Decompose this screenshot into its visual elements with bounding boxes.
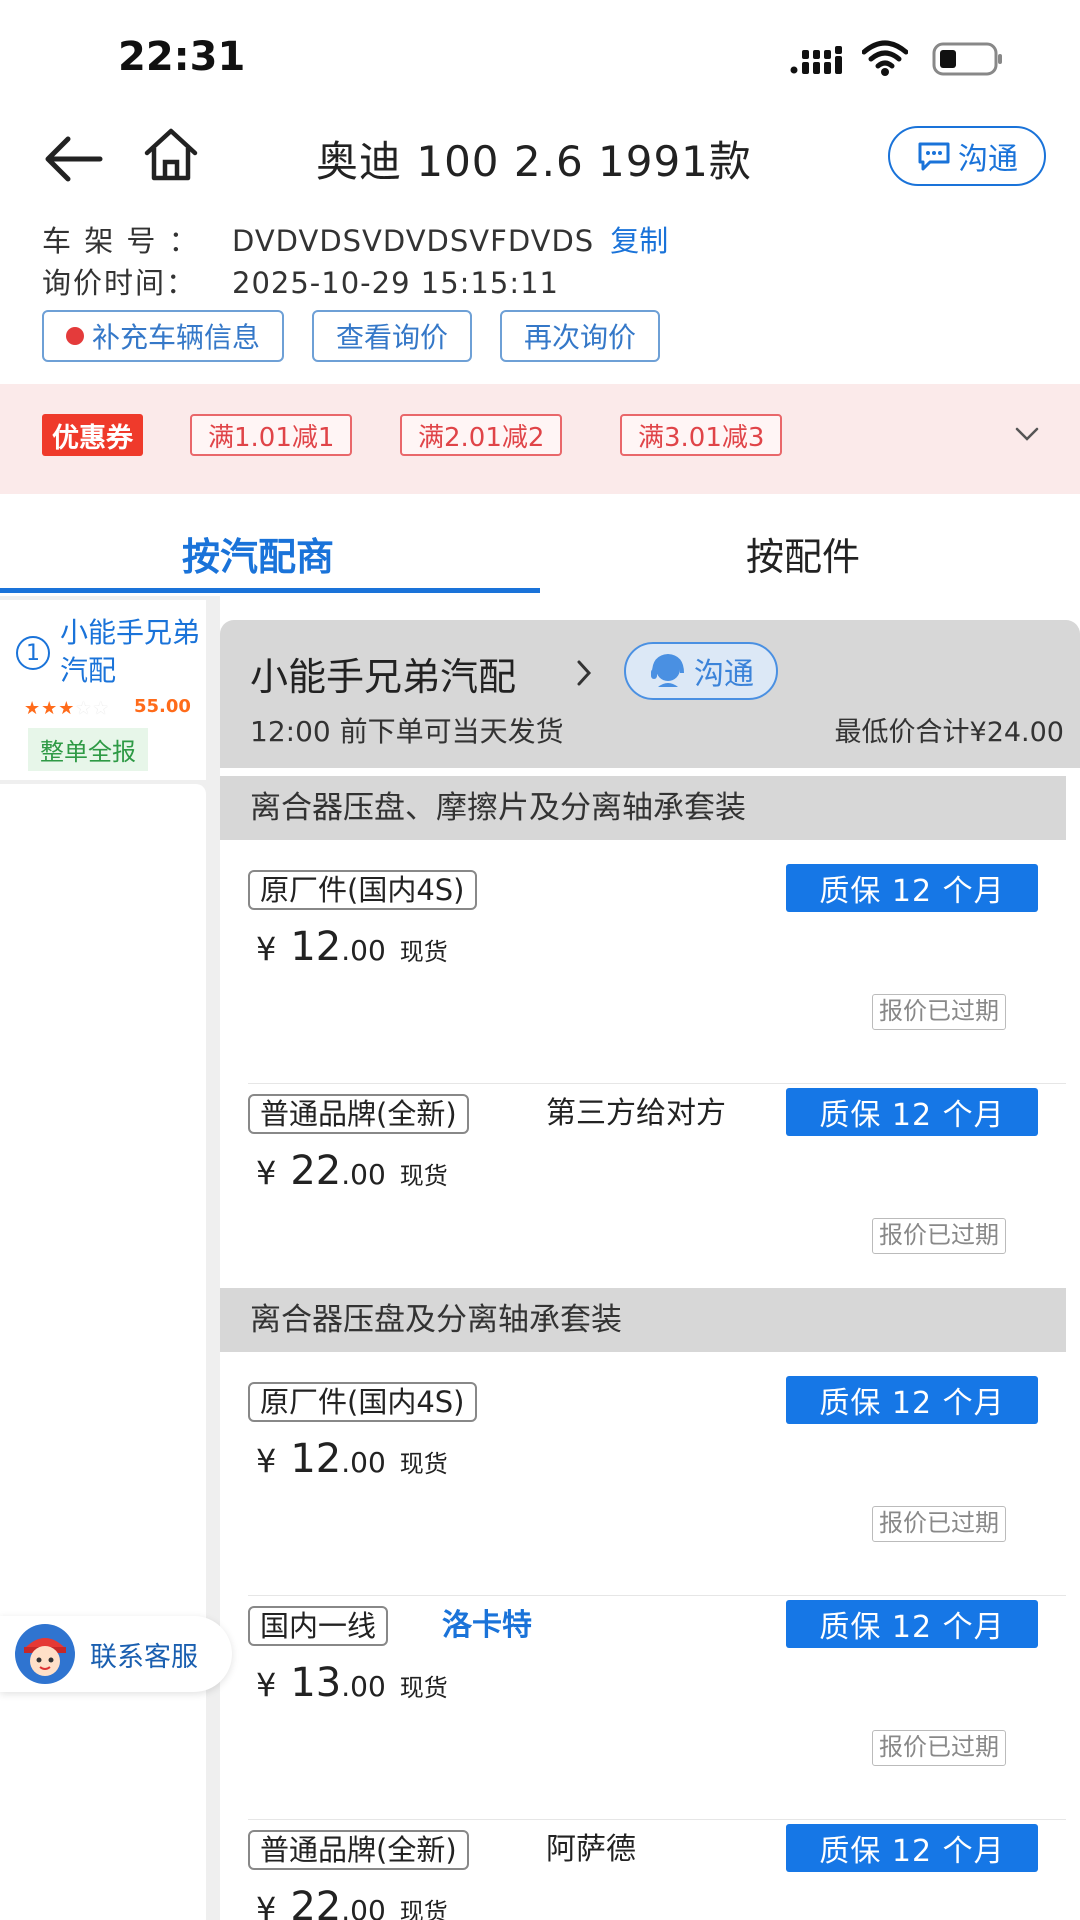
sidebar-empty-area [0,784,206,1920]
price: ¥12.00 现货 [256,924,448,970]
store-header: 小能手兄弟汽配 沟通 12:00 前下单可当天发货 最低价合计¥24.00 [220,620,1080,768]
service-avatar-icon [15,1624,75,1684]
tab-by-part[interactable]: 按配件 [746,526,860,581]
price: ¥13.00 现货 [256,1660,448,1706]
brand-tag: 原厂件(国内4S) [248,870,477,910]
signal-icon [790,46,842,74]
header: 奥迪 100 2.6 1991款 沟通 [0,118,1080,198]
header-chat-button[interactable]: 沟通 [888,126,1046,186]
expired-badge: 报价已过期 [872,1218,1006,1254]
battery-icon [932,42,1002,76]
star-icon: ★ [75,698,93,719]
supplement-label: 补充车辆信息 [92,321,261,354]
chevron-right-icon[interactable] [574,658,594,688]
view-inquiry-button[interactable]: 查看询价 [312,310,473,362]
reinquire-label: 再次询价 [524,321,637,354]
star-icon: ★ [41,698,59,719]
warranty-badge: 质保 12 个月 [786,864,1038,912]
quote-item[interactable]: 普通品牌(全新) 阿萨德 质保 12 个月 ¥22.00 现货 [220,1820,1066,1920]
inquiry-time-label: 询价时间： [42,266,198,300]
category-header: 离合器压盘及分离轴承套装 [220,1288,1066,1352]
rating-stars: ★★★★★ [24,698,110,719]
price: ¥22.00 现货 [256,1884,448,1920]
coupon-chip[interactable]: 满2.01减2 [400,414,563,456]
quote-item[interactable]: 国内一线 洛卡特 质保 12 个月 ¥13.00 现货 报价已过期 [220,1596,1066,1820]
brand-tag: 普通品牌(全新) [248,1830,469,1870]
contact-service-label: 联系客服 [90,1641,198,1673]
header-chat-label: 沟通 [958,142,1018,177]
rank-badge: 1 [16,636,50,670]
status-bar: 22:31 [0,0,1080,110]
expired-badge: 报价已过期 [872,1730,1006,1766]
chat-bubble-icon [918,142,950,171]
supplier-brand: 洛卡特 [442,1608,532,1643]
brand-tag: 普通品牌(全新) [248,1094,469,1134]
price: ¥22.00 现货 [256,1148,448,1194]
active-tab-indicator [0,588,540,593]
page-title: 奥迪 100 2.6 1991款 [316,137,752,186]
reinquire-button[interactable]: 再次询价 [500,310,661,362]
home-icon[interactable] [142,126,200,184]
store-chat-label: 沟通 [694,657,754,692]
back-arrow-icon[interactable] [42,134,104,184]
min-price-total: 最低价合计¥24.00 [834,717,1064,748]
tab-bar: 按汽配商 按配件 [0,496,1080,596]
wifi-icon [862,40,908,76]
expired-badge: 报价已过期 [872,994,1006,1030]
quote-item[interactable]: 普通品牌(全新) 第三方给对方 质保 12 个月 ¥22.00 现货 报价已过期 [220,1084,1066,1284]
coupon-chip[interactable]: 满3.01减3 [620,414,783,456]
vin-value: DVDVDSVDVDSVFDVDS [232,224,595,258]
shipping-note: 12:00 前下单可当天发货 [250,715,564,748]
category-header: 离合器压盘、摩擦片及分离轴承套装 [220,776,1066,840]
coupon-bar: 优惠券 满1.01减1 满2.01减2 满3.01减3 [0,384,1080,494]
tab-by-supplier[interactable]: 按汽配商 [182,526,334,581]
status-time: 22:31 [118,34,246,80]
star-icon: ★ [58,698,76,719]
sidebar-item-supplier[interactable]: 1 小能手兄弟汽配 ★★★★★ 55.00 整单全报 [0,600,206,780]
contact-service-button[interactable]: 联系客服 [0,1616,232,1692]
warranty-badge: 质保 12 个月 [786,1600,1038,1648]
quote-list: 小能手兄弟汽配 沟通 12:00 前下单可当天发货 最低价合计¥24.00 离合… [220,620,1080,1920]
customer-service-icon [651,653,684,687]
store-chat-button[interactable]: 沟通 [624,642,778,700]
rating-score: 55.00 [134,696,191,717]
coupon-tag: 优惠券 [42,414,143,456]
star-icon: ★ [24,698,42,719]
warranty-badge: 质保 12 个月 [786,1376,1038,1424]
store-name[interactable]: 小能手兄弟汽配 [250,646,516,701]
view-inquiry-label: 查看询价 [336,321,449,354]
whole-quote-badge: 整单全报 [28,728,148,771]
supplier-brand: 阿萨德 [546,1832,636,1867]
sidebar-shop-name: 小能手兄弟汽配 [60,616,201,687]
copy-vin-link[interactable]: 复制 [610,224,668,258]
quote-item[interactable]: 原厂件(国内4S) 质保 12 个月 ¥12.00 现货 报价已过期 [220,1372,1066,1596]
coupon-chip[interactable]: 满1.01减1 [190,414,353,456]
brand-tag: 原厂件(国内4S) [248,1382,477,1422]
supplier-brand: 第三方给对方 [546,1096,726,1131]
supplement-vehicle-info-button[interactable]: 补充车辆信息 [42,310,285,362]
quote-item[interactable]: 原厂件(国内4S) 质保 12 个月 ¥12.00 现货 报价已过期 [220,860,1066,1084]
inquiry-time-row: 询价时间： 2025-10-29 15:15:11 [42,260,559,302]
warranty-badge: 质保 12 个月 [786,1824,1038,1872]
inquiry-time-value: 2025-10-29 15:15:11 [232,266,559,300]
price: ¥12.00 现货 [256,1436,448,1482]
chevron-down-icon[interactable] [1014,424,1040,444]
expired-badge: 报价已过期 [872,1506,1006,1542]
warranty-badge: 质保 12 个月 [786,1088,1038,1136]
brand-tag: 国内一线 [248,1606,389,1646]
vin-row: 车 架 号 ： DVDVDSVDVDSVFDVDS 复制 [42,218,668,260]
vin-label: 车 架 号 ： [42,224,200,258]
red-dot-indicator [66,327,84,345]
action-buttons: 补充车辆信息 查看询价 再次询价 [42,310,661,362]
star-icon: ★ [92,698,110,719]
